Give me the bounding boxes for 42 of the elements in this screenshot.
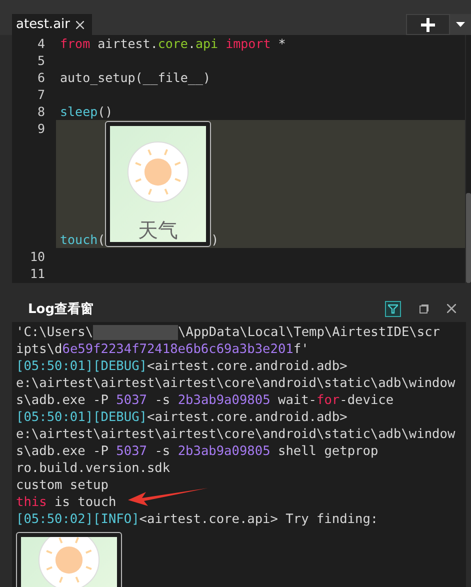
panel-title: Log查看窗 [28,300,95,318]
image-thumbnail[interactable]: 天气 [105,121,212,247]
code-line: sleep() [59,103,114,120]
log-line: e:\airtest\airtest\airtest\core\android\static\adb\window [16,426,456,443]
close-icon[interactable] [76,20,84,28]
line-number: 4 [36,35,45,52]
close-button[interactable] [447,304,456,313]
sun-icon [127,141,190,203]
filter-icon [388,304,398,314]
log-line: ro.build.version.sdk [16,460,172,477]
log-line: this is touch [16,494,466,511]
line-number: 8 [36,103,45,120]
log-line: ipts\d6e59f2234f72418e6b6c69a3b3e201f' [16,341,310,358]
line-number: 9 [36,120,45,138]
log-line: e:\airtest\airtest\airtest\core\android\static\adb\window [16,375,456,392]
line-number: 11 [28,265,45,282]
restore-button[interactable] [419,304,429,314]
log-line: [05:50:02][INFO]<airtest.core.api> Try finding: [16,511,380,528]
add-button[interactable] [406,14,450,35]
log-line: custom setup [16,477,110,494]
line-number: 6 [36,69,45,86]
scrollbar[interactable] [466,193,471,283]
log-line: [05:50:01][DEBUG]<airtest.core.android.adb> [16,358,348,375]
log-line: s\adb.exe -P 5037 -s 2b3ab9a09805 shell getprop [16,443,380,460]
restore-icon [419,304,429,314]
line-number: 7 [36,86,45,103]
line-number: 10 [28,248,45,265]
file-tab[interactable]: atest.air [12,14,92,35]
line-number: 5 [36,52,45,69]
log-line: [05:50:01][DEBUG]<airtest.core.android.adb> [16,409,348,426]
dropdown-button[interactable] [450,14,471,35]
log-line: s\adb.exe -P 5037 -s 2b3ab9a09805 wait-for-device [16,392,395,409]
filter-button[interactable] [385,300,401,316]
caret-icon [456,22,465,27]
plus-icon [421,18,435,32]
code-line: from airtest.core.api import * [59,35,287,52]
sun-icon [38,537,100,587]
image-caption: 天气 [138,218,178,242]
log-line: 'C:\Users\ \AppData\Local\Temp\AirtestIDE\scr [16,324,441,341]
code-line: auto_setup(__file__) [59,69,212,86]
code-editor[interactable]: 4 from airtest.core.api import * 5 6 auto_setup(__file__) 7 8 sleep() 9 touch( 天气 ) 10 11 [12,35,465,283]
close-icon [447,304,456,313]
